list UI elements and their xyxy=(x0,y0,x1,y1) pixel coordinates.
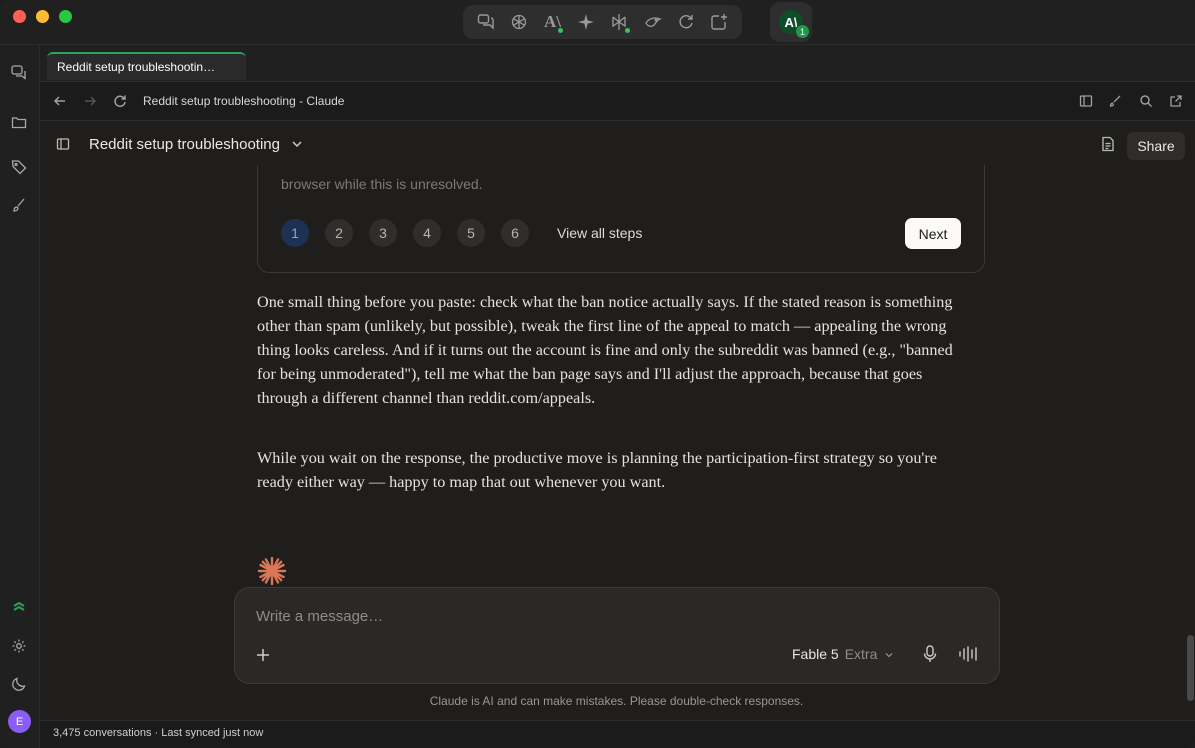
refresh-circle-icon[interactable] xyxy=(674,10,698,34)
chat-bubbles-icon[interactable] xyxy=(474,10,498,34)
add-attachment-plus-icon[interactable] xyxy=(256,645,270,668)
status-bar: 3,475 conversations · Last synced just n… xyxy=(40,720,1195,748)
back-arrow-icon[interactable] xyxy=(51,92,69,110)
sync-icon[interactable] xyxy=(9,597,29,617)
ai-text-icon[interactable]: A\ xyxy=(540,10,564,34)
reload-icon[interactable] xyxy=(111,92,129,110)
voice-mode-waveform-icon[interactable] xyxy=(958,645,980,668)
message-input[interactable] xyxy=(254,607,958,626)
bird-icon[interactable] xyxy=(641,10,665,34)
active-app-button[interactable]: A\ 1 xyxy=(770,2,812,42)
step-text-faded: browser while this is unresolved. xyxy=(281,176,483,192)
app-switcher: A\ xyxy=(463,5,742,39)
openai-icon[interactable] xyxy=(507,10,531,34)
message-paragraph: One small thing before you paste: check … xyxy=(257,293,953,407)
minimize-window-button[interactable] xyxy=(36,10,49,23)
share-button[interactable]: Share xyxy=(1127,132,1185,160)
model-name: Fable 5 xyxy=(792,646,839,662)
model-selector[interactable]: Fable 5 Extra xyxy=(792,646,894,662)
sidebar-toggle-icon[interactable] xyxy=(1077,92,1095,110)
maximize-window-button[interactable] xyxy=(59,10,72,23)
step-1-button[interactable]: 1 xyxy=(281,219,309,247)
tab-conversation[interactable]: Reddit setup troubleshootin… xyxy=(47,52,246,80)
user-avatar[interactable]: E xyxy=(8,710,31,733)
settings-gear-icon[interactable] xyxy=(9,636,29,656)
step-5-button[interactable]: 5 xyxy=(457,219,485,247)
step-6-button[interactable]: 6 xyxy=(501,219,529,247)
search-icon[interactable] xyxy=(1137,92,1155,110)
conversation-title[interactable]: Reddit setup troubleshooting xyxy=(89,136,280,153)
step-2-button[interactable]: 2 xyxy=(325,219,353,247)
new-chat-icon[interactable] xyxy=(707,10,731,34)
dark-mode-moon-icon[interactable] xyxy=(9,674,29,694)
app-window: A\ A\ 1 E Reddit setup troubleshootin… R… xyxy=(0,0,1195,748)
status-text: 3,475 conversations · Last synced just n… xyxy=(53,727,264,739)
notification-count-badge: 1 xyxy=(795,24,810,39)
forward-arrow-icon[interactable] xyxy=(81,92,99,110)
close-window-button[interactable] xyxy=(13,10,26,23)
ai-disclaimer: Claude is AI and can make mistakes. Plea… xyxy=(429,694,804,708)
next-step-button[interactable]: Next xyxy=(905,218,961,249)
chat-header: Reddit setup troubleshooting Share xyxy=(40,121,1195,169)
view-all-steps-link[interactable]: View all steps xyxy=(557,225,642,241)
microphone-icon[interactable] xyxy=(922,645,938,668)
folder-icon[interactable] xyxy=(9,112,29,132)
highlighter-icon[interactable] xyxy=(1107,92,1125,110)
tab-strip: Reddit setup troubleshootin… xyxy=(40,45,1195,81)
step-4-button[interactable]: 4 xyxy=(413,219,441,247)
open-external-icon[interactable] xyxy=(1167,92,1185,110)
brush-icon[interactable] xyxy=(9,195,29,215)
message-paragraph: While you wait on the response, the prod… xyxy=(257,449,937,491)
title-bar: A\ A\ 1 xyxy=(0,0,1195,45)
sparkle-icon[interactable] xyxy=(574,10,598,34)
model-mode: Extra xyxy=(844,646,878,662)
document-icon[interactable] xyxy=(1100,136,1116,157)
perplexity-icon[interactable] xyxy=(607,10,631,34)
scrollbar-thumb[interactable] xyxy=(1187,635,1194,701)
toggle-sidebar-icon[interactable] xyxy=(56,137,70,156)
page-title: Reddit setup troubleshooting - Claude xyxy=(143,94,345,108)
chevron-down-icon[interactable] xyxy=(290,137,304,156)
chats-icon[interactable] xyxy=(9,62,29,82)
steps-card: browser while this is unresolved. 1 2 3 … xyxy=(257,165,985,273)
tag-icon[interactable] xyxy=(9,157,29,177)
step-3-button[interactable]: 3 xyxy=(369,219,397,247)
left-rail: E xyxy=(0,45,40,748)
navigation-bar: Reddit setup troubleshooting - Claude xyxy=(40,81,1195,121)
message-composer: Fable 5 Extra xyxy=(234,587,1000,684)
chevron-down-icon xyxy=(885,653,893,658)
